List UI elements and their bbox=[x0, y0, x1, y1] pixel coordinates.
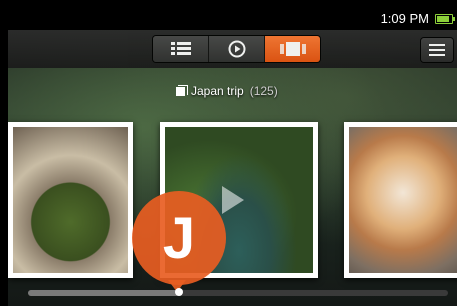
album-icon bbox=[176, 84, 188, 96]
grid-view-button[interactable] bbox=[153, 36, 209, 62]
battery-icon bbox=[435, 14, 455, 24]
play-circle-icon bbox=[228, 40, 245, 58]
hamburger-menu-icon bbox=[429, 44, 445, 56]
filmstrip-icon bbox=[279, 42, 306, 56]
scrubber-progress bbox=[28, 290, 180, 296]
scrub-letter-bubble: J bbox=[132, 191, 226, 285]
slideshow-button[interactable] bbox=[209, 36, 265, 62]
clock: 1:09 PM bbox=[380, 11, 429, 26]
scrubber-track[interactable] bbox=[28, 288, 448, 296]
scrubber-handle[interactable] bbox=[175, 288, 184, 296]
video-play-icon[interactable] bbox=[222, 186, 244, 214]
album-title[interactable]: Japan trip (125) bbox=[176, 84, 278, 98]
scrub-letter: J bbox=[162, 205, 196, 271]
grid-list-icon bbox=[170, 42, 191, 55]
photo-thumbnail[interactable] bbox=[8, 122, 133, 278]
filmstrip-view-button[interactable] bbox=[265, 36, 320, 62]
photo-thumbnail[interactable] bbox=[344, 122, 457, 278]
album-name: Japan trip bbox=[191, 84, 244, 98]
toolbar bbox=[8, 30, 457, 68]
menu-button[interactable] bbox=[421, 38, 453, 62]
photo-image bbox=[349, 127, 457, 273]
gallery-screen: 1:09 PM Japan trip (125) J bbox=[8, 8, 457, 306]
status-bar: 1:09 PM bbox=[8, 8, 457, 30]
photo-image bbox=[13, 127, 128, 273]
album-count: (125) bbox=[249, 84, 278, 98]
view-switcher bbox=[153, 36, 320, 62]
